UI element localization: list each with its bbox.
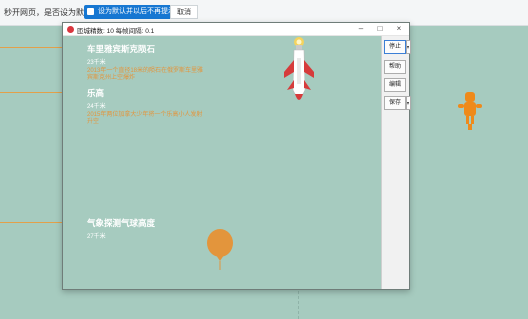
cancel-button[interactable]: 取消 xyxy=(170,5,198,19)
weather-balloon-icon xyxy=(207,229,233,270)
altitude-marker: 车里雅宾斯克陨石 23千米 2013年一个直径18米的陨石在俄罗斯车里雅宾斯克州… xyxy=(87,43,205,82)
marker-description: 2013年一个直径18米的陨石在俄罗斯车里雅宾斯克州上空爆炸 xyxy=(87,68,204,81)
marker-title: 车里雅宾斯克陨石 xyxy=(87,44,156,54)
marker-line-2 xyxy=(0,92,63,93)
stop-dropdown-arrow[interactable] xyxy=(406,40,411,54)
save-button[interactable]: 保存 xyxy=(384,96,406,110)
marker-altitude: 24千米 xyxy=(87,104,106,110)
marker-line-1 xyxy=(0,47,63,48)
edit-button[interactable]: 编辑 xyxy=(384,78,406,92)
stop-button[interactable]: 停止 xyxy=(384,40,406,54)
set-default-button[interactable]: 设为默认并以后不再提示 xyxy=(84,5,181,19)
marker-title: 乐高 xyxy=(87,88,105,98)
simulation-canvas: 车里雅宾斯克陨石 23千米 2013年一个直径18米的陨石在俄罗斯车里雅宾斯克州… xyxy=(63,36,381,289)
marker-altitude: 27千米 xyxy=(87,234,106,240)
marker-title: 气象探测气球高度 xyxy=(87,218,156,228)
minimize-button[interactable]: – xyxy=(351,23,371,36)
window-titlebar[interactable]: 匝城精数: 10 每帧间隔: 0.1 – □ × xyxy=(63,23,409,36)
close-button[interactable]: × xyxy=(389,23,409,36)
save-dropdown-arrow[interactable] xyxy=(406,96,411,110)
checkbox-icon xyxy=(87,8,94,15)
window-title: 匝城精数: 10 每帧间隔: 0.1 xyxy=(77,28,155,35)
maximize-button[interactable]: □ xyxy=(370,23,390,36)
app-icon xyxy=(67,26,74,33)
marker-altitude: 23千米 xyxy=(87,60,106,66)
altitude-marker: 气象探测气球高度 27千米 xyxy=(87,217,155,240)
control-panel: 停止 帮助 编辑 保存 xyxy=(381,36,411,289)
rocket-icon xyxy=(284,37,314,100)
help-button[interactable]: 帮助 xyxy=(384,60,406,74)
set-default-label: 设为默认并以后不再提示 xyxy=(98,8,175,15)
astronaut-icon xyxy=(458,92,482,130)
app-window: 匝城精数: 10 每帧间隔: 0.1 – □ × 车里雅宾斯克陨石 23千米 2… xyxy=(62,22,411,290)
marker-description: 2015年两位加拿大少年将一个乐高小人发射升空 xyxy=(87,112,203,125)
altitude-marker: 乐高 24千米 2015年两位加拿大少年将一个乐高小人发射升空 xyxy=(87,87,205,126)
marker-line-3 xyxy=(0,222,63,223)
